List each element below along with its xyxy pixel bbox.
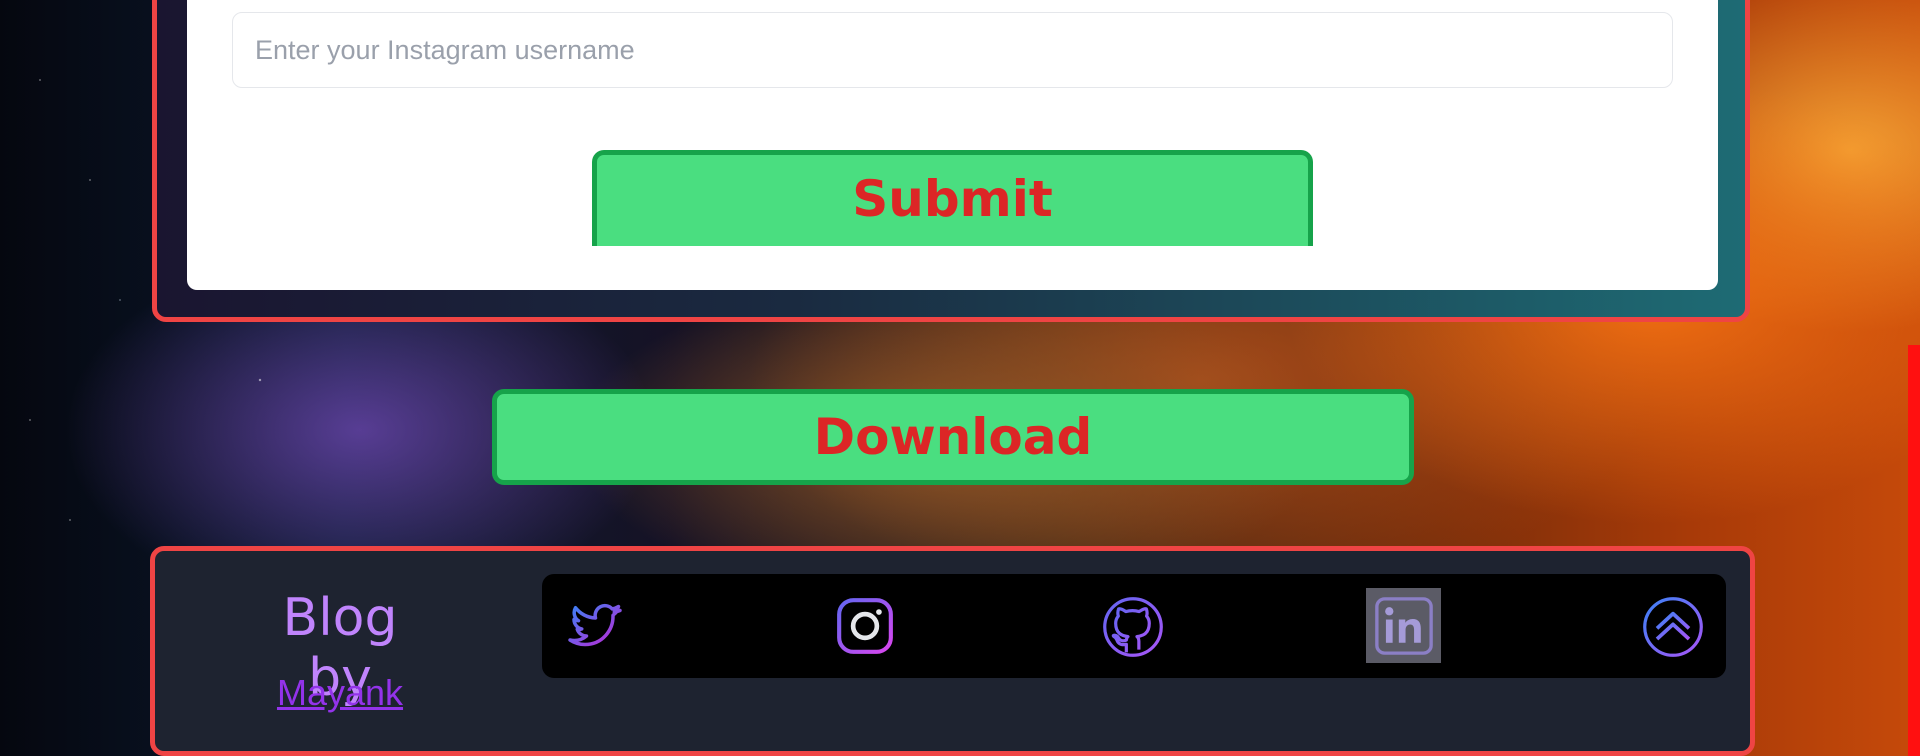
linkedin-icon[interactable] (1366, 588, 1441, 663)
scrollbar-thumb[interactable] (1908, 345, 1920, 756)
download-button[interactable]: Download (492, 389, 1414, 485)
instagram-username-input[interactable] (232, 12, 1673, 88)
instagram-icon[interactable] (833, 594, 897, 658)
submit-button[interactable]: Submit (592, 150, 1313, 246)
scroll-to-top-icon[interactable] (1640, 594, 1706, 660)
github-icon[interactable] (1100, 594, 1166, 660)
twitter-icon[interactable] (560, 594, 630, 658)
author-link[interactable]: Mayank (245, 672, 435, 714)
